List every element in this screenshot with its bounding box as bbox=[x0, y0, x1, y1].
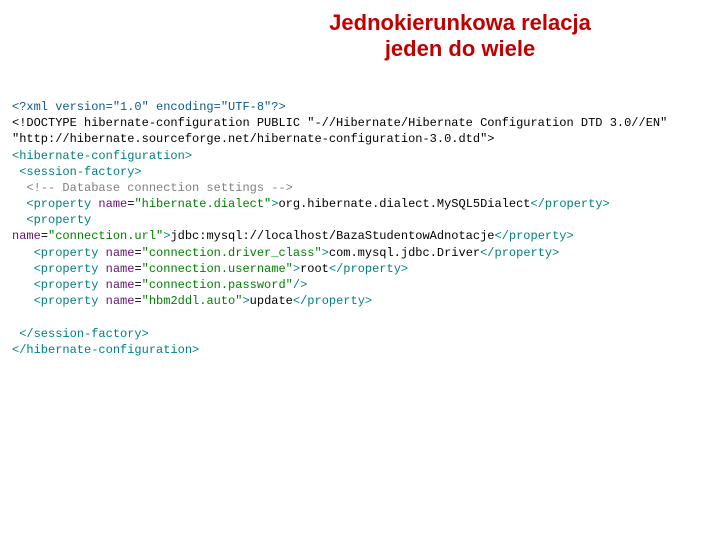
name-dialect: "hibernate.dialect" bbox=[134, 197, 271, 211]
name-pwd: "connection.password" bbox=[142, 278, 293, 292]
name-url: "connection.url" bbox=[48, 229, 163, 243]
prop-open: <property bbox=[34, 278, 99, 292]
attr-name: name bbox=[12, 229, 41, 243]
title-line-1: Jednokierunkowa relacja bbox=[329, 10, 591, 35]
eq: = bbox=[41, 229, 48, 243]
doctype-line: <!DOCTYPE hibernate-configuration PUBLIC… bbox=[12, 115, 708, 147]
name-driver: "connection.driver_class" bbox=[142, 246, 322, 260]
gt: > bbox=[322, 246, 329, 260]
val-url: jdbc:mysql://localhost/BazaStudentowAdno… bbox=[170, 229, 494, 243]
prop-open: <property bbox=[34, 246, 99, 260]
attr-name: name bbox=[98, 197, 127, 211]
hibernate-config-close: </hibernate-configuration> bbox=[12, 343, 199, 357]
code-block: <?xml version="1.0" encoding="UTF-8"?> <… bbox=[0, 83, 720, 358]
attr-name: name bbox=[106, 246, 135, 260]
prop-open: <property bbox=[34, 262, 99, 276]
eq: = bbox=[134, 278, 141, 292]
val-user: root bbox=[300, 262, 329, 276]
xml-declaration: <?xml version="1.0" encoding="UTF-8"?> bbox=[12, 100, 286, 114]
prop-close: </property> bbox=[531, 197, 610, 211]
eq: = bbox=[134, 246, 141, 260]
attr-name: name bbox=[106, 278, 135, 292]
prop-close: </property> bbox=[495, 229, 574, 243]
attr-name: name bbox=[106, 294, 135, 308]
prop-close: </property> bbox=[329, 262, 408, 276]
prop-open: <property bbox=[34, 294, 99, 308]
prop-open: <property bbox=[26, 197, 91, 211]
slide-title: Jednokierunkowa relacja jeden do wiele bbox=[200, 0, 720, 83]
prop-close: </property> bbox=[480, 246, 559, 260]
prop-close: </property> bbox=[293, 294, 372, 308]
attr-name: name bbox=[106, 262, 135, 276]
name-hbm: "hbm2ddl.auto" bbox=[142, 294, 243, 308]
title-line-2: jeden do wiele bbox=[385, 36, 535, 61]
self-close: /> bbox=[293, 278, 307, 292]
gt: > bbox=[242, 294, 249, 308]
val-dialect: org.hibernate.dialect.MySQL5Dialect bbox=[278, 197, 530, 211]
session-factory-open: <session-factory> bbox=[19, 165, 141, 179]
eq: = bbox=[134, 262, 141, 276]
name-user: "connection.username" bbox=[142, 262, 293, 276]
val-driver: com.mysql.jdbc.Driver bbox=[329, 246, 480, 260]
val-hbm: update bbox=[250, 294, 293, 308]
gt: > bbox=[293, 262, 300, 276]
prop-open: <property bbox=[26, 213, 91, 227]
comment-db-settings: <!-- Database connection settings --> bbox=[26, 181, 292, 195]
session-factory-close: </session-factory> bbox=[19, 327, 149, 341]
hibernate-config-open: <hibernate-configuration> bbox=[12, 149, 192, 163]
eq: = bbox=[134, 294, 141, 308]
